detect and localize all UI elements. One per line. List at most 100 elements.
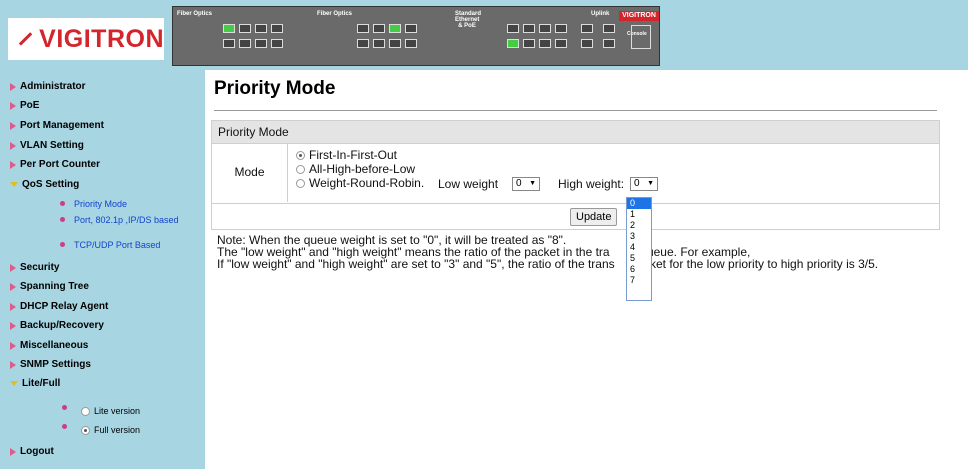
page-title: Priority Mode xyxy=(214,78,336,99)
nav-vlan-setting[interactable]: VLAN Setting xyxy=(10,140,84,151)
radio-label: Full version xyxy=(94,425,141,435)
switch-brand-badge: VIGITRON xyxy=(619,11,659,21)
port-16[interactable] xyxy=(405,39,417,48)
port-10[interactable] xyxy=(357,39,369,48)
port-11[interactable] xyxy=(373,24,385,33)
port-8[interactable] xyxy=(271,39,283,48)
port-22[interactable] xyxy=(539,39,551,48)
high-weight-dropdown-list[interactable]: 0 1 2 3 4 5 6 7 xyxy=(626,197,652,301)
port-17[interactable] xyxy=(507,24,519,33)
port-14[interactable] xyxy=(389,39,401,48)
arrow-right-icon xyxy=(10,101,16,110)
nav-label: Administrator xyxy=(20,81,86,92)
port-18[interactable] xyxy=(507,39,519,48)
nav-poe[interactable]: PoE xyxy=(10,100,39,111)
dropdown-option[interactable]: 7 xyxy=(627,275,651,286)
nav-port-management[interactable]: Port Management xyxy=(10,120,104,131)
port-9[interactable] xyxy=(357,24,369,33)
note-line-3-head: If "low weight" and "high weight" are se… xyxy=(217,257,615,271)
bullet-icon xyxy=(60,217,65,222)
option-fifo[interactable]: First-In-First-Out xyxy=(296,148,397,162)
high-weight-select[interactable]: 0 ▼ xyxy=(630,177,658,191)
nav-snmp-settings[interactable]: SNMP Settings xyxy=(10,359,91,370)
logo-diamond-icon xyxy=(18,32,33,46)
port-2[interactable] xyxy=(223,39,235,48)
nav-per-port-counter[interactable]: Per Port Counter xyxy=(10,159,100,170)
high-weight-label: High weight: xyxy=(558,177,625,191)
port-12[interactable] xyxy=(373,39,385,48)
arrow-right-icon xyxy=(10,302,16,311)
nav-security[interactable]: Security xyxy=(10,262,59,273)
port-15[interactable] xyxy=(405,24,417,33)
dropdown-option[interactable]: 4 xyxy=(627,242,651,253)
nav-label: PoE xyxy=(20,100,40,111)
option-label: All-High-before-Low xyxy=(309,162,416,176)
nav-label: QoS Setting xyxy=(22,179,80,190)
update-row: Update xyxy=(211,204,940,230)
arrow-right-icon xyxy=(10,360,16,369)
radio-button[interactable] xyxy=(81,406,90,416)
radio-lite-version[interactable]: Lite version xyxy=(62,404,141,416)
port-1[interactable] xyxy=(223,24,235,33)
dropdown-option[interactable]: 1 xyxy=(627,209,651,220)
nav-label: SNMP Settings xyxy=(20,359,91,370)
radio-button[interactable] xyxy=(296,164,305,174)
dropdown-option[interactable]: 0 xyxy=(627,198,651,209)
nav-label: Miscellaneous xyxy=(20,340,89,351)
mode-row: Mode First-In-First-Out All-High-before-… xyxy=(211,144,940,204)
radio-label: Lite version xyxy=(94,406,141,416)
port-20[interactable] xyxy=(523,39,535,48)
port-3[interactable] xyxy=(239,24,251,33)
nav-sub-priority-mode[interactable]: Priority Mode xyxy=(60,199,127,209)
update-button[interactable]: Update xyxy=(570,208,618,226)
port-25[interactable] xyxy=(581,24,593,33)
nav-backup-recovery[interactable]: Backup/Recovery xyxy=(10,320,104,331)
nav-dhcp-relay-agent[interactable]: DHCP Relay Agent xyxy=(10,301,108,312)
radio-button-checked[interactable] xyxy=(296,150,305,160)
fiber-optics-label-left: Fiber Optics xyxy=(177,11,213,17)
mode-label: Mode xyxy=(212,144,288,202)
nav-logout[interactable]: Logout xyxy=(10,446,54,457)
port-24[interactable] xyxy=(555,39,567,48)
dropdown-option[interactable]: 5 xyxy=(627,253,651,264)
nav-sub-port-8021p-ipds[interactable]: Port, 802.1p ,IP/DS based xyxy=(60,215,185,225)
port-26[interactable] xyxy=(603,39,615,48)
dropdown-option[interactable]: 3 xyxy=(627,231,651,242)
low-weight-select[interactable]: 0 ▼ xyxy=(512,177,540,191)
arrow-down-icon xyxy=(10,381,18,386)
port-23[interactable] xyxy=(555,24,567,33)
port-21[interactable] xyxy=(539,24,551,33)
arrow-right-icon xyxy=(10,82,16,91)
nav-lite-full[interactable]: Lite/Full xyxy=(10,378,60,389)
nav-spanning-tree[interactable]: Spanning Tree xyxy=(10,281,89,292)
arrow-down-icon xyxy=(10,182,18,187)
logo-text: VIGITRON xyxy=(39,24,164,53)
nav-sub-tcp-udp-port[interactable]: TCP/UDP Port Based xyxy=(60,240,160,250)
option-all-high-before-low[interactable]: All-High-before-Low xyxy=(296,162,415,176)
nav-miscellaneous[interactable]: Miscellaneous xyxy=(10,340,88,351)
radio-button[interactable] xyxy=(296,178,305,188)
nav-label: Backup/Recovery xyxy=(20,320,104,331)
port-7[interactable] xyxy=(271,24,283,33)
nav-label: Spanning Tree xyxy=(20,281,89,292)
uplink-label: Uplink xyxy=(591,11,610,17)
radio-button-checked[interactable] xyxy=(81,425,90,435)
arrow-right-icon xyxy=(10,160,16,169)
port-25-bottom[interactable] xyxy=(581,39,593,48)
nav-qos-setting[interactable]: QoS Setting xyxy=(10,179,79,190)
radio-full-version[interactable]: Full version xyxy=(62,423,141,435)
port-19[interactable] xyxy=(523,24,535,33)
port-6[interactable] xyxy=(255,39,267,48)
bullet-icon xyxy=(60,242,65,247)
dropdown-option[interactable]: 6 xyxy=(627,264,651,275)
option-label: Weight-Round-Robin. xyxy=(309,176,425,190)
nav-administrator[interactable]: Administrator xyxy=(10,81,86,92)
dropdown-caret-icon: ▼ xyxy=(529,180,536,187)
dropdown-option[interactable]: 2 xyxy=(627,220,651,231)
port-26-top[interactable] xyxy=(603,24,615,33)
port-4[interactable] xyxy=(239,39,251,48)
fiber-optics-label-mid: Fiber Optics xyxy=(317,11,353,17)
port-5[interactable] xyxy=(255,24,267,33)
port-13[interactable] xyxy=(389,24,401,33)
option-weight-round-robin[interactable]: Weight-Round-Robin. xyxy=(296,176,424,190)
